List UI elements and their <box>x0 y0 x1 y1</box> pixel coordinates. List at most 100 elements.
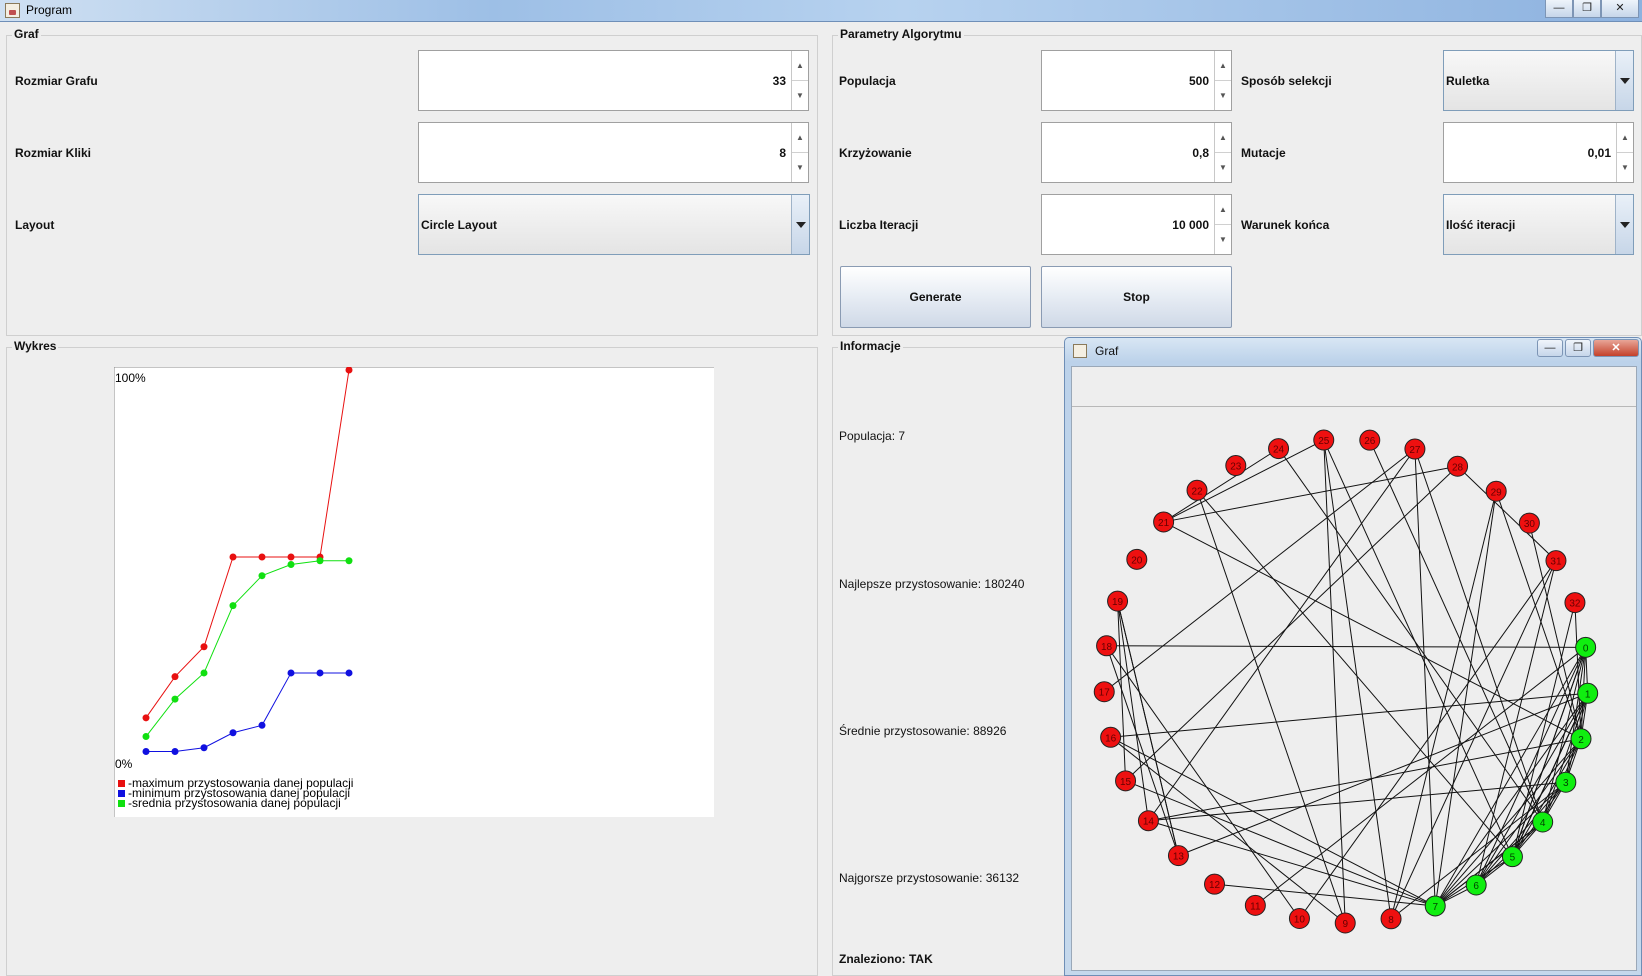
data-point-2-2 <box>200 669 208 677</box>
spinner-down-icon[interactable]: ▼ <box>792 153 808 183</box>
data-point-2-4 <box>258 572 266 580</box>
graph-node-label: 19 <box>1112 597 1124 608</box>
rozmiar-kliki-spinner[interactable]: 8 ▲ ▼ <box>418 122 809 183</box>
graph-edge <box>1163 521 1582 740</box>
layout-combo[interactable]: Circle Layout <box>418 194 810 255</box>
y-bottom-label: 0% <box>115 757 133 771</box>
spinner-up-icon[interactable]: ▲ <box>792 51 808 81</box>
generate-button[interactable]: Generate <box>840 266 1031 328</box>
sposob-selekcji-value: Ruletka <box>1446 73 1490 88</box>
graph-edge <box>1110 692 1588 738</box>
y-top-label: 100% <box>115 371 146 385</box>
graph-edge <box>1511 693 1589 857</box>
graph-edge <box>1148 738 1582 822</box>
data-point-2-3 <box>229 602 237 610</box>
warunek-konca-combo[interactable]: Ilość iteracji <box>1443 194 1634 255</box>
graph-node-label: 8 <box>1388 915 1394 926</box>
graph-node-label: 30 <box>1524 519 1536 530</box>
graph-node-label: 21 <box>1158 518 1170 529</box>
populacja-value[interactable]: 500 <box>1189 51 1209 110</box>
graph-node-label: 14 <box>1143 817 1155 828</box>
graph-node-label: 25 <box>1318 436 1330 447</box>
graph-node-label: 13 <box>1173 852 1185 863</box>
graph-maximize-button[interactable]: ❐ <box>1565 339 1591 357</box>
mutacje-spinner[interactable]: 0,01 ▲ ▼ <box>1443 122 1634 183</box>
fitness-chart: 100% 0% <box>114 367 714 817</box>
spinner-up-icon[interactable]: ▲ <box>792 123 808 153</box>
data-point-0-0 <box>142 714 150 722</box>
chevron-down-icon[interactable] <box>1615 51 1633 110</box>
info-najlepsze: Najlepsze przystosowanie: 180240 <box>839 577 1025 591</box>
graph-node-label: 22 <box>1191 486 1203 497</box>
algorithm-panel-title: Parametry Algorytmu <box>838 27 964 41</box>
info-znaleziono: Znaleziono: TAK <box>839 952 933 966</box>
spinner-down-icon[interactable]: ▼ <box>1215 81 1231 111</box>
chevron-down-icon[interactable] <box>791 195 809 254</box>
java-app-icon <box>5 3 20 18</box>
warunek-konca-value: Ilość iteracji <box>1446 217 1516 232</box>
graph-node-label: 15 <box>1120 777 1132 788</box>
sposob-selekcji-label: Sposób selekcji <box>1241 74 1332 88</box>
graph-edge <box>1434 738 1582 907</box>
maximize-button[interactable]: ❐ <box>1573 0 1601 18</box>
data-point-1-3 <box>229 729 237 737</box>
chevron-down-icon[interactable] <box>1615 195 1633 254</box>
graph-edge <box>1390 560 1557 919</box>
sposob-selekcji-combo[interactable]: Ruletka <box>1443 50 1634 111</box>
graph-edge <box>1255 646 1586 906</box>
liczba-iteracji-label: Liczba Iteracji <box>839 218 919 232</box>
data-point-0-5 <box>287 553 295 561</box>
close-button[interactable]: ✕ <box>1601 0 1639 18</box>
spinner-up-icon[interactable]: ▲ <box>1617 123 1633 153</box>
rozmiar-kliki-value[interactable]: 8 <box>779 123 786 182</box>
graph-node-label: 27 <box>1409 445 1421 456</box>
data-point-0-4 <box>258 553 266 561</box>
populacja-spinner[interactable]: 500 ▲ ▼ <box>1041 50 1232 111</box>
data-point-1-6 <box>316 669 324 677</box>
wykres-panel-title: Wykres <box>12 339 59 353</box>
graf-panel-title: Graf <box>12 27 41 41</box>
spinner-down-icon[interactable]: ▼ <box>792 81 808 111</box>
rozmiar-grafu-label: Rozmiar Grafu <box>15 74 98 88</box>
data-point-0-3 <box>229 553 237 561</box>
stop-button[interactable]: Stop <box>1041 266 1232 328</box>
graph-edge <box>1125 780 1436 907</box>
data-point-1-4 <box>258 721 266 729</box>
warunek-konca-label: Warunek końca <box>1241 218 1330 232</box>
legend-item-avg: -srednia przystosowania danej populacji <box>118 796 353 810</box>
layout-label: Layout <box>15 218 55 232</box>
data-point-2-0 <box>142 733 150 741</box>
liczba-iteracji-value[interactable]: 10 000 <box>1172 195 1209 254</box>
graph-canvas[interactable]: 0123456789101112131415161718192021222324… <box>1074 409 1634 969</box>
krzyzowanie-value[interactable]: 0,8 <box>1192 123 1209 182</box>
liczba-iteracji-spinner[interactable]: 10 000 ▲ ▼ <box>1041 194 1232 255</box>
rozmiar-grafu-value[interactable]: 33 <box>773 51 786 110</box>
graph-minimize-button[interactable]: — <box>1537 339 1563 357</box>
graph-edge <box>1125 465 1458 782</box>
mutacje-label: Mutacje <box>1241 146 1286 160</box>
krzyzowanie-spinner[interactable]: 0,8 ▲ ▼ <box>1041 122 1232 183</box>
graph-node-label: 26 <box>1364 436 1376 447</box>
legend-avg-text: -srednia przystosowania danej populacji <box>128 796 341 810</box>
spinner-up-icon[interactable]: ▲ <box>1215 123 1231 153</box>
graph-window[interactable]: Graf — ❐ ✕ 0 1 2 3 4 5 6 7 8 9 10 11 12 13 14 15 16 17 18 1… <box>1064 337 1642 976</box>
legend-blue-marker <box>118 790 125 797</box>
data-point-0-2 <box>200 643 208 651</box>
mutacje-value[interactable]: 0,01 <box>1588 123 1611 182</box>
spinner-down-icon[interactable]: ▼ <box>1215 225 1231 255</box>
krzyzowanie-label: Krzyżowanie <box>839 146 912 160</box>
populacja-label: Populacja <box>839 74 896 88</box>
graph-close-button[interactable]: ✕ <box>1593 339 1639 357</box>
graph-edge <box>1323 439 1513 857</box>
rozmiar-grafu-spinner[interactable]: 33 ▲ ▼ <box>418 50 809 111</box>
java-app-icon <box>1073 344 1087 358</box>
graph-node-label: 7 <box>1432 902 1438 913</box>
graph-node-label: 24 <box>1273 445 1285 456</box>
layout-value: Circle Layout <box>421 217 498 232</box>
spinner-up-icon[interactable]: ▲ <box>1215 51 1231 81</box>
graph-node-label: 20 <box>1131 555 1143 566</box>
minimize-button[interactable]: — <box>1545 0 1573 18</box>
spinner-down-icon[interactable]: ▼ <box>1215 153 1231 183</box>
spinner-up-icon[interactable]: ▲ <box>1215 195 1231 225</box>
spinner-down-icon[interactable]: ▼ <box>1617 153 1633 183</box>
